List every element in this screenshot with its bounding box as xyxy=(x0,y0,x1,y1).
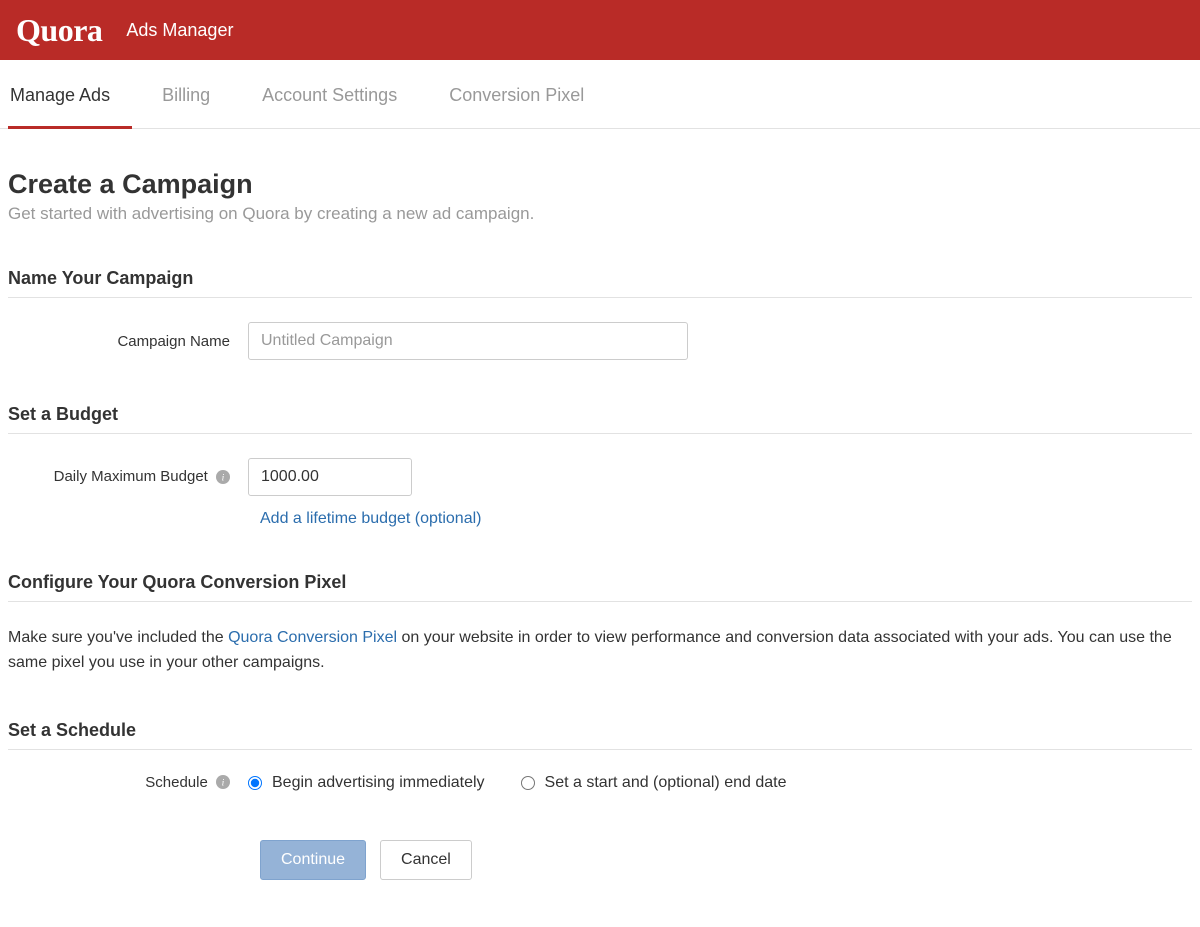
schedule-radio-immediate[interactable] xyxy=(248,776,262,790)
schedule-option-dates-label: Set a start and (optional) end date xyxy=(545,774,787,792)
campaign-name-input[interactable] xyxy=(248,322,688,360)
add-lifetime-budget-link[interactable]: Add a lifetime budget (optional) xyxy=(260,510,481,527)
label-schedule: Schedule i xyxy=(8,774,248,792)
pixel-description: Make sure you've included the Quora Conv… xyxy=(8,626,1192,676)
app-header: Quora Ads Manager xyxy=(0,0,1200,60)
label-daily-budget-text: Daily Maximum Budget xyxy=(54,468,208,485)
tab-conversion-pixel[interactable]: Conversion Pixel xyxy=(447,61,606,129)
form-row-schedule: Schedule i Begin advertising immediately… xyxy=(8,774,1192,792)
daily-budget-input[interactable] xyxy=(248,458,412,496)
schedule-option-immediate-label: Begin advertising immediately xyxy=(272,774,485,792)
quora-logo: Quora xyxy=(16,12,102,49)
schedule-option-dates[interactable]: Set a start and (optional) end date xyxy=(521,774,787,792)
tab-bar: Manage Ads Billing Account Settings Conv… xyxy=(0,60,1200,129)
lifetime-budget-link-row: Add a lifetime budget (optional) xyxy=(248,510,1192,528)
label-schedule-text: Schedule xyxy=(145,774,208,791)
section-heading-schedule: Set a Schedule xyxy=(8,720,1192,750)
form-row-campaign-name: Campaign Name xyxy=(8,322,1192,360)
tab-manage-ads[interactable]: Manage Ads xyxy=(8,61,132,129)
page-content: Create a Campaign Get started with adver… xyxy=(0,129,1200,920)
page-title: Create a Campaign xyxy=(8,169,1192,200)
schedule-radio-group: Begin advertising immediately Set a star… xyxy=(248,774,786,792)
info-icon[interactable]: i xyxy=(216,469,230,486)
header-title: Ads Manager xyxy=(126,20,233,41)
label-daily-budget: Daily Maximum Budget i xyxy=(8,468,248,486)
label-campaign-name: Campaign Name xyxy=(8,333,248,350)
info-icon[interactable]: i xyxy=(216,774,230,791)
svg-text:i: i xyxy=(222,472,225,483)
tab-billing[interactable]: Billing xyxy=(160,61,232,129)
schedule-option-immediate[interactable]: Begin advertising immediately xyxy=(248,774,485,792)
svg-text:i: i xyxy=(222,778,225,789)
section-heading-pixel: Configure Your Quora Conversion Pixel xyxy=(8,572,1192,602)
form-row-budget: Daily Maximum Budget i xyxy=(8,458,1192,496)
page-subtitle: Get started with advertising on Quora by… xyxy=(8,204,1192,224)
schedule-radio-dates[interactable] xyxy=(521,776,535,790)
section-heading-name: Name Your Campaign xyxy=(8,268,1192,298)
button-row: Continue Cancel xyxy=(248,840,1192,880)
quora-conversion-pixel-link[interactable]: Quora Conversion Pixel xyxy=(228,629,397,646)
section-heading-budget: Set a Budget xyxy=(8,404,1192,434)
cancel-button[interactable]: Cancel xyxy=(380,840,472,880)
continue-button[interactable]: Continue xyxy=(260,840,366,880)
tab-account-settings[interactable]: Account Settings xyxy=(260,61,419,129)
pixel-text-pre: Make sure you've included the xyxy=(8,629,228,646)
